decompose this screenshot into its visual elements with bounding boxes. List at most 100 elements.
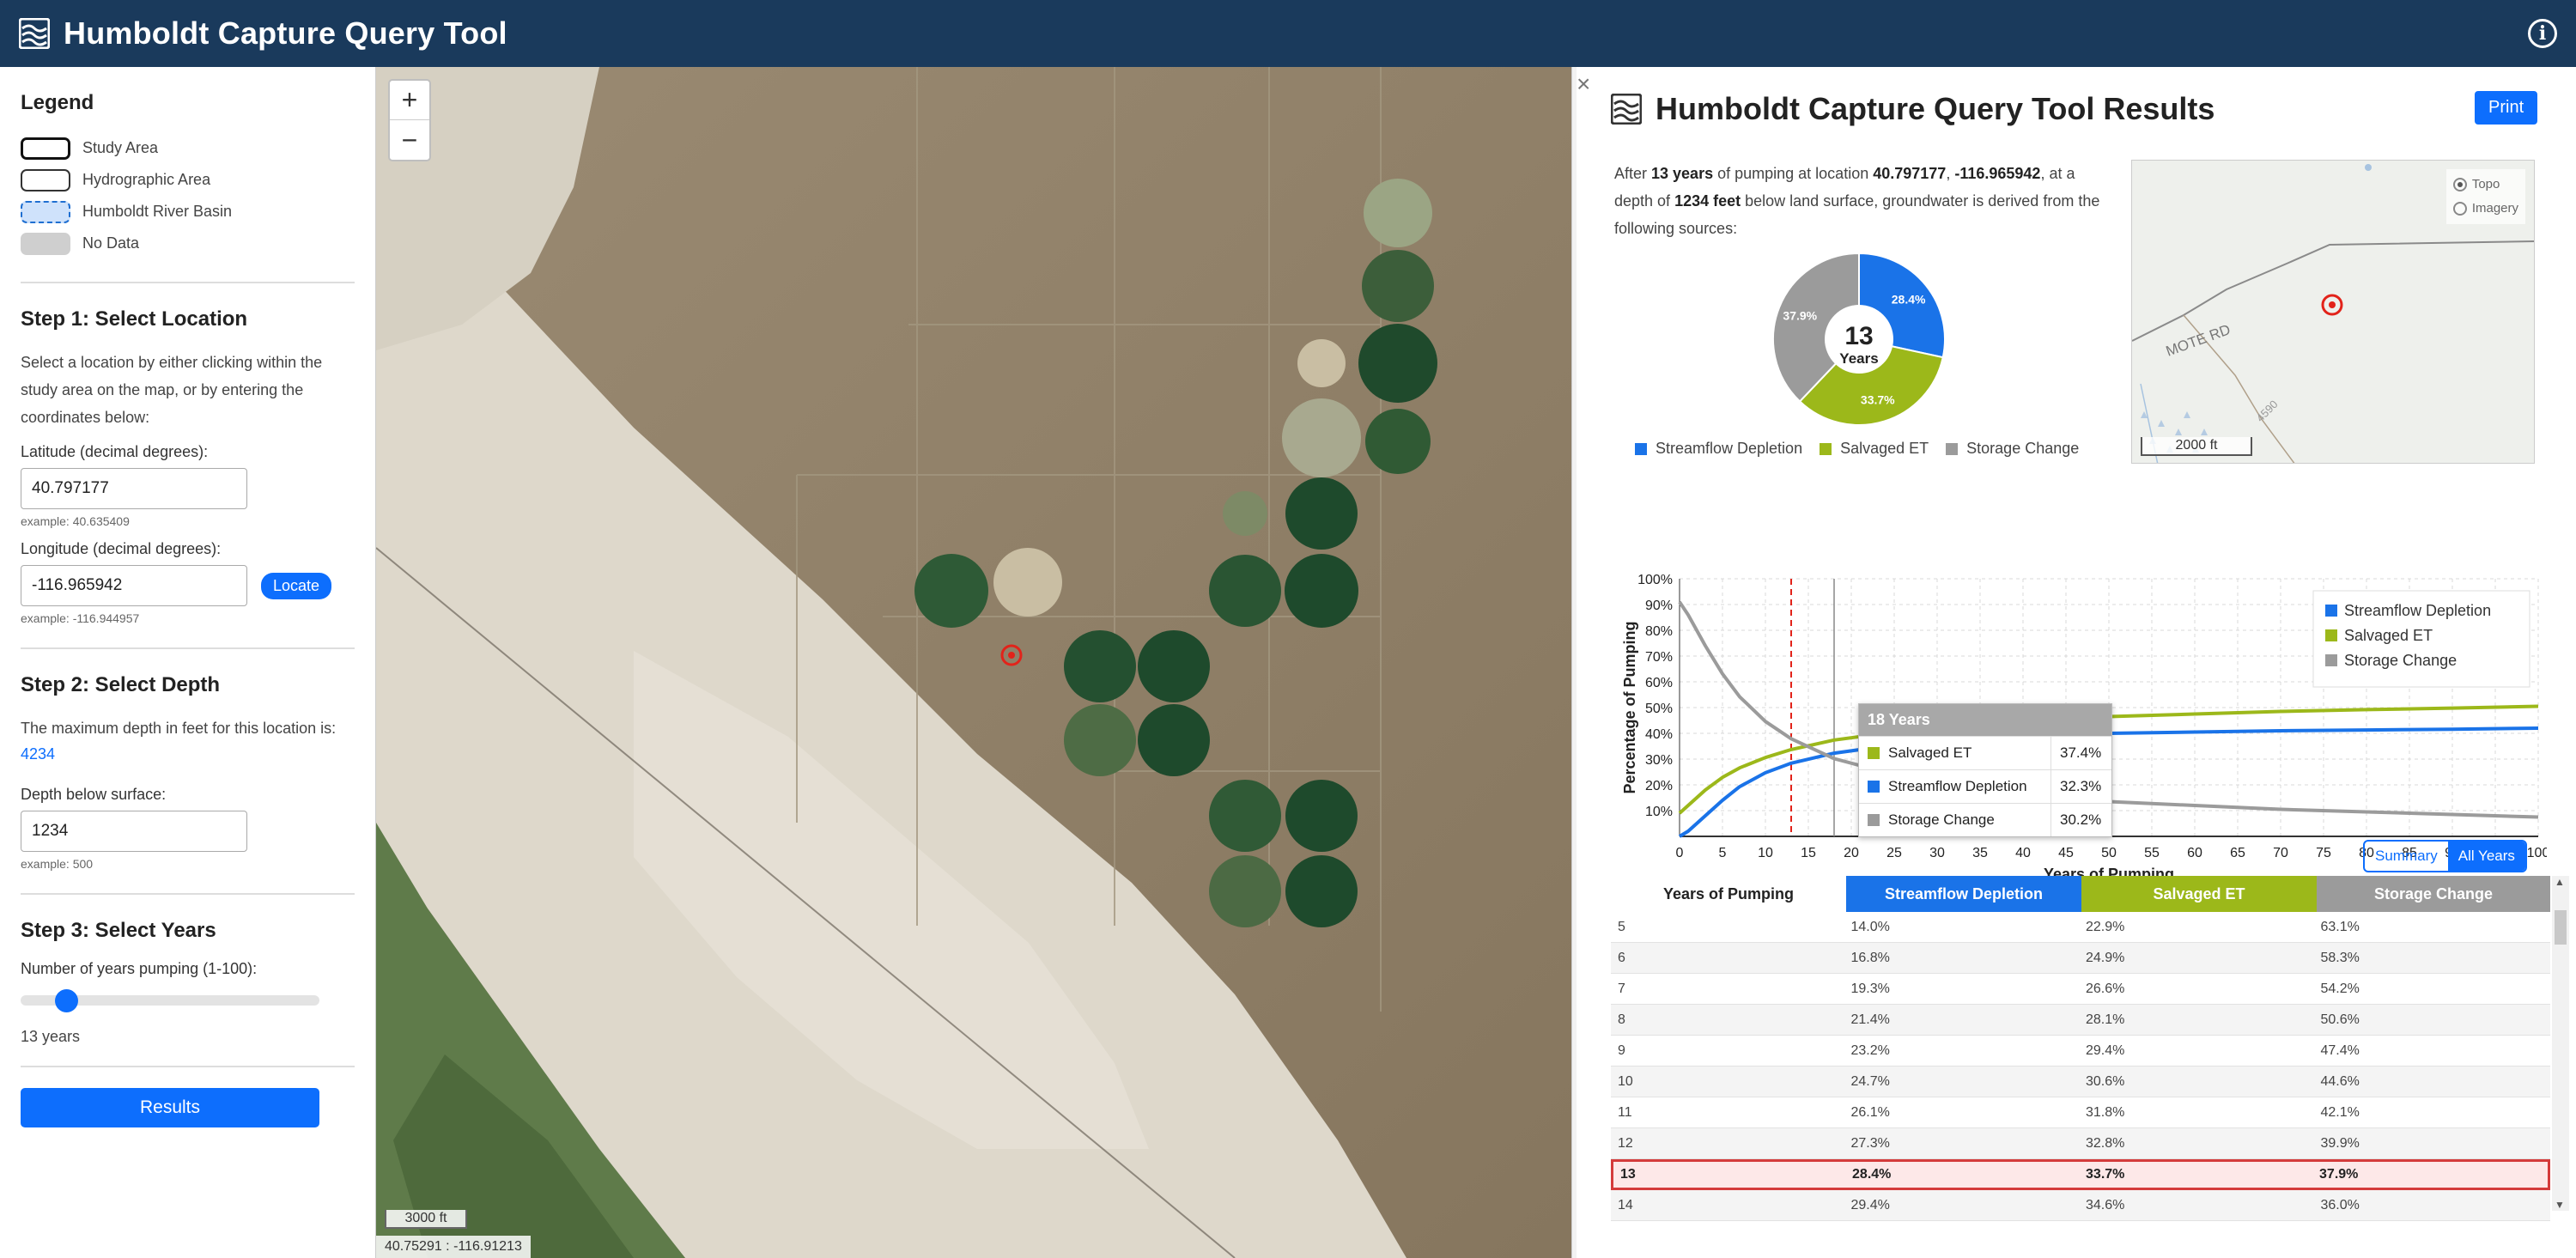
legend-label: Hydrographic Area (82, 171, 211, 188)
table-row[interactable]: 11 26.1% 31.8% 42.1% (1611, 1097, 2550, 1128)
pie-legend-salvaged-et[interactable]: Salvaged ET (1820, 440, 1929, 458)
x-tick-label: 10 (1758, 846, 1773, 860)
legend-label: Storage Change (1966, 440, 2080, 457)
table-cell: 8 (1618, 1012, 1625, 1027)
table-cell: 7 (1618, 981, 1625, 996)
table-cell: 29.4% (1850, 1197, 1890, 1212)
info-icon[interactable]: i (2528, 19, 2557, 48)
longitude-input[interactable]: -116.965942 (21, 565, 247, 606)
table-row[interactable]: 6 16.8% 24.9% 58.3% (1611, 943, 2550, 974)
legend-label: Humboldt River Basin (82, 203, 233, 220)
legend-label[interactable]: Streamflow Depletion (2344, 602, 2491, 619)
results-button[interactable]: Results (21, 1088, 319, 1127)
map-view[interactable]: + − 3000 ft 40.75291 : -116.91213 (376, 67, 1571, 1258)
table-cell: 10 (1618, 1073, 1633, 1089)
locate-button[interactable]: Locate (261, 572, 332, 599)
table-row[interactable]: 5 14.0% 22.9% 63.1% (1611, 912, 2550, 943)
legend-label: Salvaged ET (1840, 440, 1929, 457)
zoom-out-button[interactable]: − (390, 120, 429, 160)
pie-legend-streamflow[interactable]: Streamflow Depletion (1635, 440, 1802, 458)
results-title: Humboldt Capture Query Tool Results (1611, 91, 2215, 127)
step2-description: The maximum depth in feet for this locat… (21, 720, 337, 737)
x-tick-label: 5 (1719, 846, 1727, 860)
table-row[interactable]: 14 29.4% 34.6% 36.0% (1611, 1190, 2550, 1221)
table-row[interactable]: 12 27.3% 32.8% 39.9% (1611, 1128, 2550, 1159)
topo-label: Topo (2471, 177, 2500, 191)
results-table: Years of Pumping Streamflow Depletion Sa… (1611, 876, 2550, 1237)
scroll-up-icon[interactable]: ▲ (2555, 876, 2565, 888)
x-tick-label: 30 (1929, 846, 1945, 860)
column-header-salvaged-et[interactable]: Salvaged ET (2081, 876, 2317, 912)
x-tick-label: 40 (2015, 846, 2031, 860)
tooltip-title: 18 Years (1859, 704, 2111, 736)
table-cell: 28.1% (2086, 1012, 2125, 1027)
legend-item-hydrographic-area: Hydrographic Area (21, 164, 355, 196)
years-slider-handle[interactable] (55, 989, 78, 1012)
table-row[interactable]: 13 28.4% 33.7% 37.9% (1611, 1159, 2550, 1190)
tooltip-series: Streamflow Depletion (1888, 778, 2027, 794)
table-cell: 50.6% (2320, 1012, 2360, 1027)
location-minimap[interactable]: MOTE RD 4590 Topo Imagery 2000 ft (2131, 160, 2535, 464)
tooltip-value: 37.4% (2060, 744, 2102, 761)
legend-label: No Data (82, 234, 140, 252)
column-header-storage-change[interactable]: Storage Change (2317, 876, 2550, 912)
column-header-streamflow[interactable]: Streamflow Depletion (1846, 876, 2081, 912)
print-button[interactable]: Print (2475, 91, 2538, 125)
table-cell: 30.6% (2086, 1073, 2125, 1089)
tooltip-row: Streamflow Depletion 32.3% (1859, 769, 2111, 803)
latitude-input[interactable]: 40.797177 (21, 468, 247, 509)
scroll-down-icon[interactable]: ▼ (2555, 1199, 2565, 1211)
legend-label: Study Area (82, 139, 159, 156)
y-tick-label: 70% (1645, 650, 1673, 665)
tooltip-value: 30.2% (2060, 811, 2102, 828)
depth-input[interactable]: 1234 (21, 811, 247, 852)
legend-swatch (2325, 605, 2337, 617)
divider (21, 893, 355, 895)
imagery-radio[interactable]: Imagery (2452, 197, 2518, 221)
pie-legend-storage-change[interactable]: Storage Change (1946, 440, 2079, 458)
all-years-toggle-button[interactable]: All Years (2447, 842, 2525, 871)
tooltip-swatch (1868, 814, 1880, 826)
y-tick-label: 40% (1645, 727, 1673, 742)
max-depth-link[interactable]: 4234 (21, 745, 355, 763)
table-cell: 24.7% (1850, 1073, 1890, 1089)
results-logo-icon (1611, 94, 1642, 125)
legend-label[interactable]: Salvaged ET (2344, 627, 2433, 644)
table-cell: 19.3% (1850, 981, 1890, 996)
depth-example: example: 500 (21, 857, 94, 871)
y-tick-label: 20% (1645, 779, 1673, 793)
table-row[interactable]: 7 19.3% 26.6% 54.2% (1611, 974, 2550, 1005)
summary-toggle-button[interactable]: Summary (2365, 842, 2448, 871)
column-header-years[interactable]: Years of Pumping (1611, 876, 1846, 912)
close-icon[interactable]: × (1577, 70, 1590, 98)
longitude-label: Longitude (decimal degrees): (21, 540, 222, 557)
view-toggle: Summary All Years (2363, 840, 2527, 872)
zoom-in-button[interactable]: + (390, 81, 429, 120)
table-scrollbar[interactable]: ▲ ▼ (2552, 876, 2569, 1211)
app-logo-icon (19, 18, 50, 49)
pie-slice-label: 33.7% (1861, 393, 1895, 407)
legend-heading: Legend (21, 91, 94, 114)
results-title-text: Humboldt Capture Query Tool Results (1656, 91, 2215, 126)
hydrographic-area-swatch (21, 168, 70, 191)
table-cell: 9 (1618, 1042, 1625, 1058)
table-row[interactable]: 9 23.2% 29.4% 47.4% (1611, 1036, 2550, 1067)
table-row[interactable]: 8 21.4% 28.1% 50.6% (1611, 1005, 2550, 1036)
table-cell: 36.0% (2320, 1197, 2360, 1212)
x-tick-label: 20 (1844, 846, 1859, 860)
legend-item-river-basin: Humboldt River Basin (21, 196, 355, 228)
topo-radio[interactable]: Topo (2452, 173, 2518, 197)
x-tick-label: 70 (2273, 846, 2288, 860)
legend-label[interactable]: Storage Change (2344, 652, 2457, 669)
map-coordinates: 40.75291 : -116.91213 (376, 1236, 531, 1258)
results-summary: After 13 years of pumping at location 40… (1614, 165, 2100, 237)
scrollbar-thumb[interactable] (2555, 910, 2567, 945)
table-cell: 58.3% (2320, 950, 2360, 965)
x-tick-label: 15 (1801, 846, 1816, 860)
no-data-swatch (21, 232, 70, 255)
table-row[interactable]: 10 24.7% 30.6% 44.6% (1611, 1067, 2550, 1097)
table-cell: 47.4% (2320, 1042, 2360, 1058)
legend-swatch (2325, 654, 2337, 666)
years-slider[interactable] (21, 989, 319, 1012)
table-cell: 13 (1620, 1167, 1636, 1182)
